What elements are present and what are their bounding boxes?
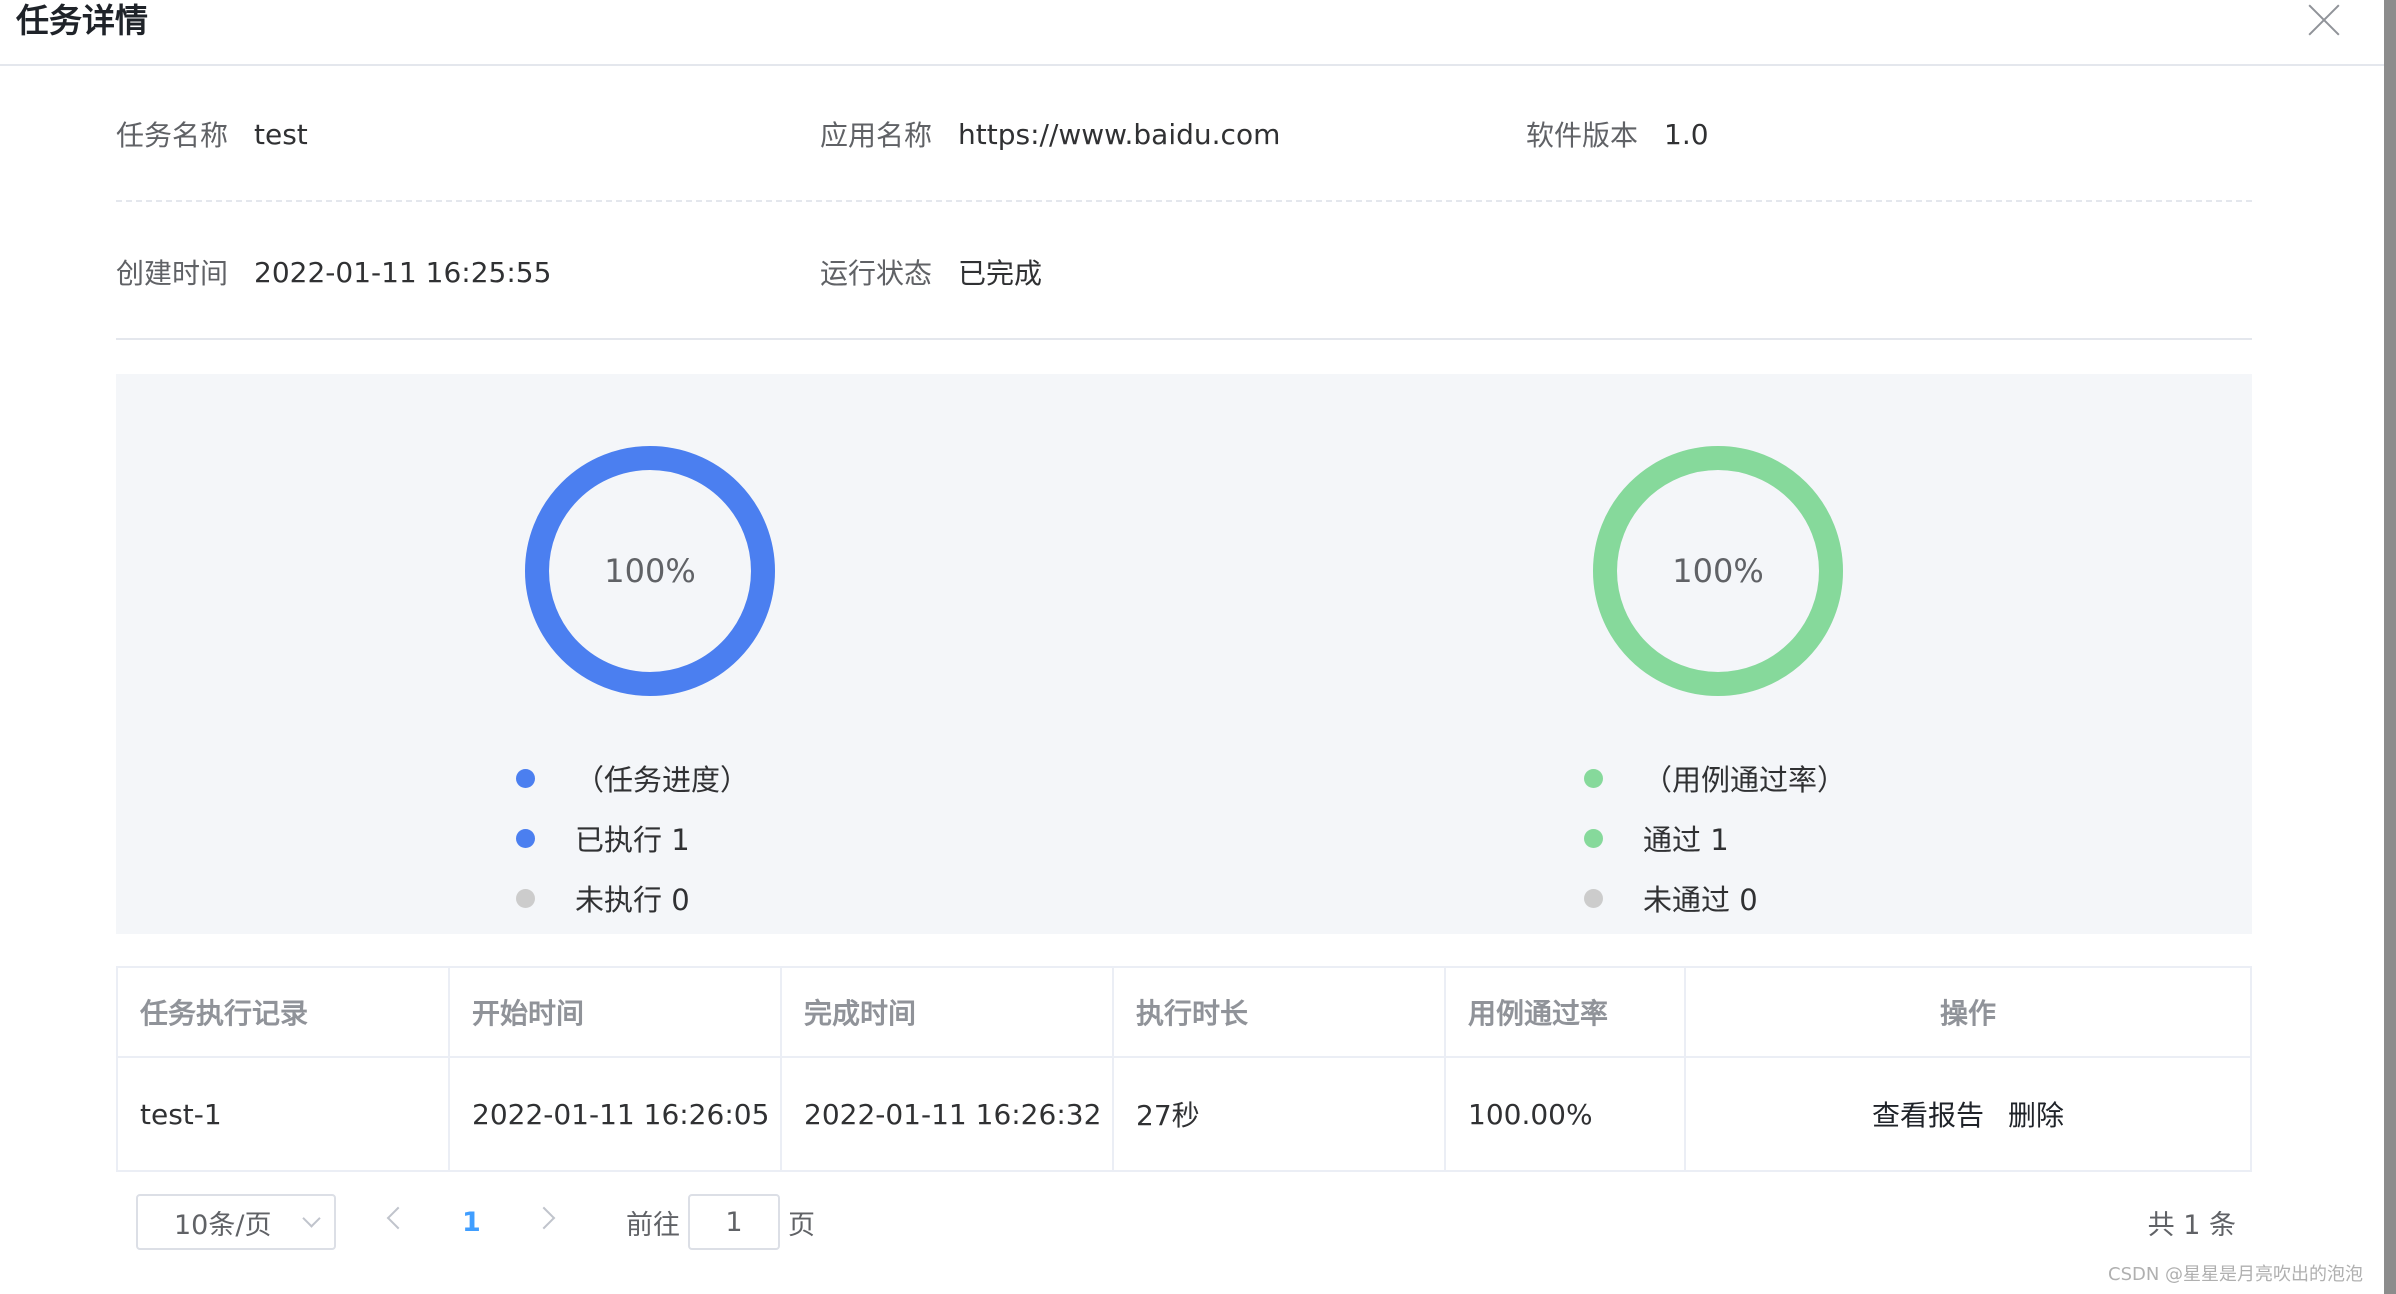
duration-cell: 27秒	[1114, 1058, 1446, 1170]
column-header: 任务执行记录	[118, 968, 450, 1056]
legend-label: （任务进度）	[575, 763, 750, 797]
info-row-1: 任务名称 test 应用名称 https://www.baidu.com 软件版…	[116, 66, 2252, 202]
progress-percent: 100%	[604, 552, 696, 590]
legend-label: （用例通过率）	[1643, 763, 1847, 797]
app-name-label: 应用名称	[820, 119, 933, 152]
task-name-field: 任务名称 test	[116, 66, 308, 202]
status-value: 已完成	[958, 257, 1043, 290]
created-value: 2022-01-11 16:25:55	[254, 255, 552, 289]
info-row-2: 创建时间 2022-01-11 16:25:55 运行状态 已完成	[116, 204, 2252, 340]
page-size-value: 10条/页	[174, 1209, 272, 1241]
column-header: 执行时长	[1114, 968, 1446, 1056]
progress-donut: 100%	[520, 441, 780, 701]
status-label: 运行状态	[820, 257, 933, 290]
goto-suffix: 页	[788, 1209, 815, 1241]
start-time-cell: 2022-01-11 16:26:05	[450, 1058, 782, 1170]
chevron-right-icon[interactable]	[532, 1206, 556, 1230]
legend-dot	[516, 888, 535, 908]
column-header: 用例通过率	[1446, 968, 1686, 1056]
progress-legend: （任务进度） 已执行 1 未执行 0	[516, 748, 749, 928]
legend-item: 未通过 0	[1584, 868, 1846, 928]
stats-panel: 100% （任务进度） 已执行 1 未执行 0 100% （用例通过率） 通过 …	[116, 374, 2252, 934]
column-header: 操作	[1939, 997, 1996, 1030]
page-size-select[interactable]: 10条/页	[136, 1194, 336, 1250]
dialog-title: 任务详情	[16, 1, 148, 40]
execution-records-table: 任务执行记录 开始时间 完成时间 执行时长 用例通过率 操作 test-1 20…	[116, 966, 2252, 1172]
legend-dot	[516, 768, 535, 788]
chevron-down-icon	[302, 1209, 321, 1228]
legend-dot	[1584, 888, 1603, 908]
record-cell: test-1	[118, 1058, 450, 1170]
goto-page-input[interactable]	[688, 1194, 780, 1250]
table-header: 任务执行记录 开始时间 完成时间 执行时长 用例通过率 操作	[118, 968, 2250, 1058]
version-label: 软件版本	[1526, 119, 1639, 152]
pass-rate-cell: 100.00%	[1446, 1058, 1686, 1170]
version-value: 1.0	[1664, 117, 1709, 151]
task-name-label: 任务名称	[116, 119, 229, 152]
end-time-cell: 2022-01-11 16:26:32	[782, 1058, 1114, 1170]
legend-label: 通过 1	[1643, 823, 1729, 857]
view-report-button[interactable]: 查看报告	[1872, 1094, 1984, 1134]
pass-rate-donut: 100%	[1588, 441, 1848, 701]
legend-item: 通过 1	[1584, 808, 1846, 868]
pagination: 10条/页 1 前往 页 共 1 条	[136, 1194, 2236, 1250]
page-number-current[interactable]: 1	[462, 1194, 481, 1250]
app-name-field: 应用名称 https://www.baidu.com	[820, 66, 1280, 202]
legend-item: （用例通过率）	[1584, 748, 1846, 808]
legend-item: （任务进度）	[516, 748, 749, 808]
pass-rate-percent: 100%	[1672, 552, 1764, 590]
delete-button[interactable]: 删除	[2008, 1094, 2064, 1134]
version-field: 软件版本 1.0	[1526, 66, 1709, 202]
chevron-left-icon[interactable]	[386, 1206, 410, 1230]
column-header: 完成时间	[782, 968, 1114, 1056]
legend-dot	[516, 828, 535, 848]
legend-label: 未通过 0	[1643, 883, 1758, 917]
legend-item: 已执行 1	[516, 808, 749, 868]
close-icon[interactable]	[2306, 2, 2342, 38]
column-header: 开始时间	[450, 968, 782, 1056]
dialog-header: 任务详情	[0, 0, 2384, 66]
actions-cell: 查看报告 删除	[1686, 1058, 2250, 1170]
legend-label: 已执行 1	[575, 823, 690, 857]
task-detail-dialog: 任务详情 任务名称 test 应用名称 https://www.baidu.co…	[0, 0, 2384, 1294]
status-field: 运行状态 已完成	[820, 204, 1042, 340]
total-count: 共 1 条	[2147, 1209, 2236, 1241]
goto-label: 前往	[626, 1209, 680, 1241]
created-field: 创建时间 2022-01-11 16:25:55	[116, 204, 551, 340]
created-label: 创建时间	[116, 257, 229, 290]
pass-rate-legend: （用例通过率） 通过 1 未通过 0	[1584, 748, 1846, 928]
legend-dot	[1584, 768, 1603, 788]
watermark: CSDN @星星是月亮吹出的泡泡	[2108, 1264, 2364, 1285]
task-name-value: test	[254, 117, 308, 151]
background-overlay	[2384, 0, 2396, 1294]
table-row: test-1 2022-01-11 16:26:05 2022-01-11 16…	[118, 1058, 2250, 1170]
legend-item: 未执行 0	[516, 868, 749, 928]
legend-dot	[1584, 828, 1603, 848]
app-name-value: https://www.baidu.com	[958, 117, 1281, 151]
legend-label: 未执行 0	[575, 883, 690, 917]
